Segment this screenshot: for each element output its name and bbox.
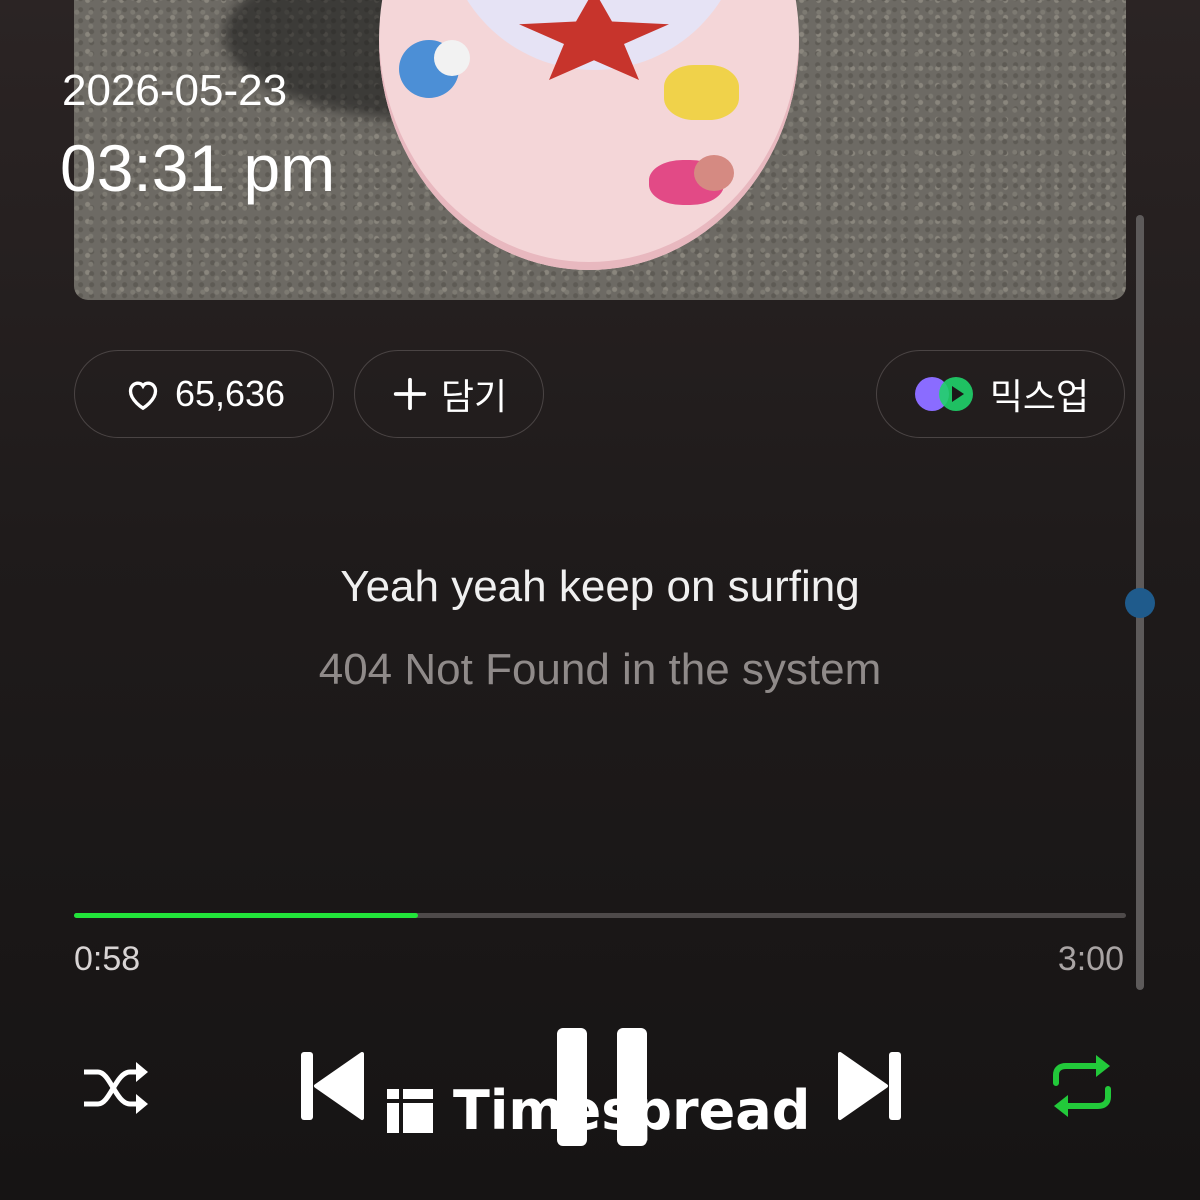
progress-bar[interactable] <box>74 913 1126 918</box>
scrollbar-thumb[interactable] <box>1125 588 1155 618</box>
add-label: 담기 <box>440 376 508 417</box>
total-duration: 3:00 <box>1057 940 1124 978</box>
repeat-icon[interactable] <box>1046 1053 1118 1119</box>
lyric-next: 404 Not Found in the system <box>318 645 882 694</box>
like-button[interactable]: 65,636 <box>74 350 334 438</box>
mixup-label: 믹스업 <box>989 376 1090 417</box>
date-overlay: 2026-05-23 <box>62 66 288 115</box>
like-count: 65,636 <box>174 373 286 414</box>
previous-icon[interactable] <box>298 1050 366 1122</box>
lyric-current: Yeah yeah keep on surfing <box>340 562 860 611</box>
add-button[interactable]: 담기 <box>354 350 544 438</box>
mixup-button[interactable]: 믹스업 <box>876 350 1125 438</box>
art-pin-yellow <box>664 65 739 120</box>
elapsed-time: 0:58 <box>74 940 141 978</box>
watermark-text: Timespread <box>453 1078 811 1142</box>
mixup-icon <box>914 377 973 411</box>
progress-fill <box>74 913 418 918</box>
art-pin-brown <box>694 155 734 191</box>
shuffle-icon[interactable] <box>80 1058 152 1118</box>
heart-icon <box>128 381 158 411</box>
next-icon[interactable] <box>836 1050 904 1122</box>
art-pin-white <box>434 40 470 76</box>
watermark: Timespread <box>385 1078 811 1142</box>
timespread-logo-icon <box>387 1089 433 1133</box>
plus-icon <box>393 377 427 411</box>
time-overlay: 03:31 pm <box>60 131 336 205</box>
